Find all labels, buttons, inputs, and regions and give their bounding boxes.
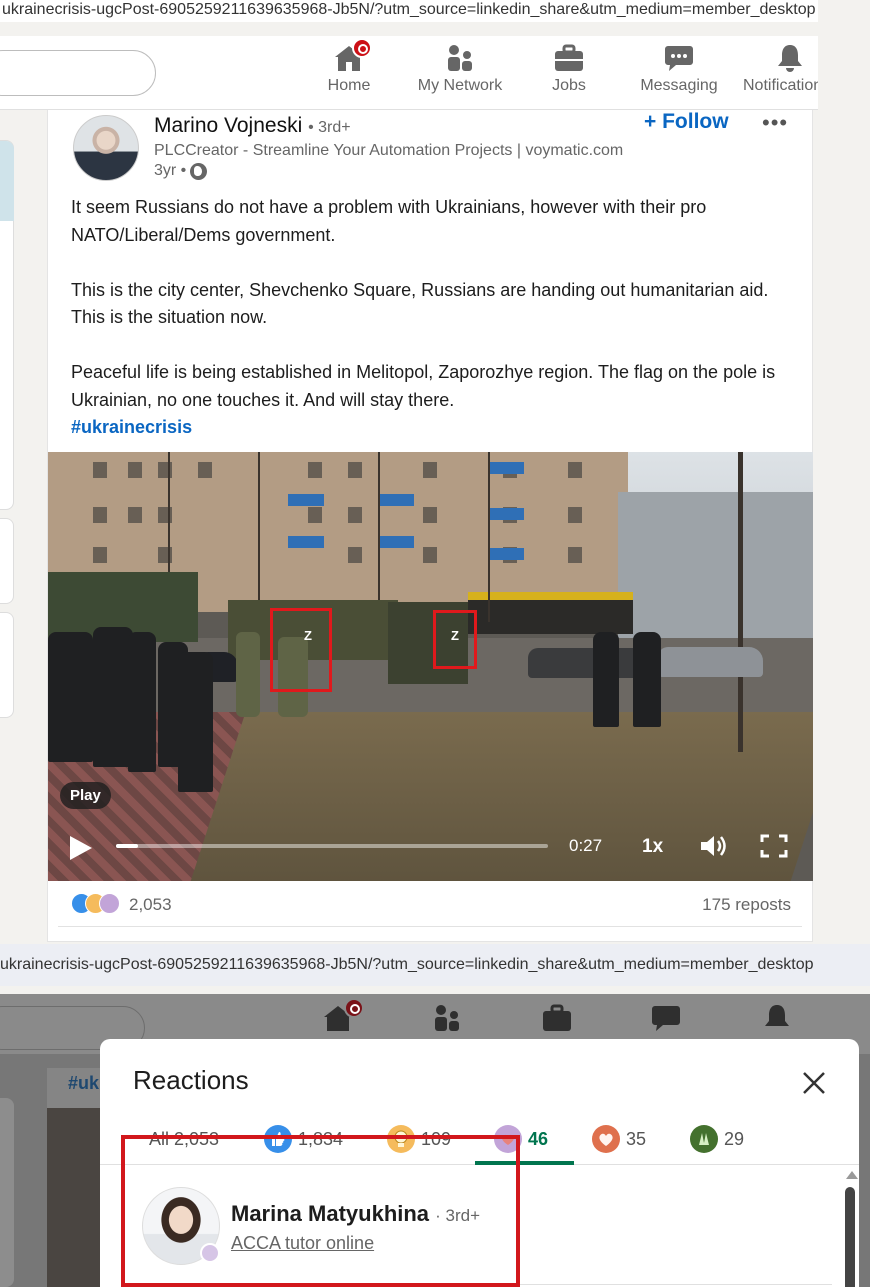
tab-love[interactable]: 35	[592, 1121, 646, 1157]
left-sidebar-card	[0, 612, 14, 718]
vehicle-marking: Z	[451, 628, 459, 643]
video-progress-bar[interactable]	[116, 844, 548, 848]
briefcase-icon[interactable]	[542, 1004, 574, 1032]
address-bar[interactable]: ukrainecrisis-ugcPost-690525921163963596…	[0, 944, 870, 986]
video-time: 0:27	[569, 836, 603, 855]
reaction-count[interactable]: 2,053	[129, 895, 172, 915]
scroll-up-icon[interactable]	[846, 1171, 858, 1179]
home-icon[interactable]	[322, 998, 364, 1032]
home-icon	[334, 38, 372, 72]
search-input[interactable]	[0, 50, 156, 96]
hashtag-link: #uk	[68, 1073, 100, 1093]
notification-badge	[344, 998, 364, 1018]
nav-my-network-label: My Network	[417, 77, 503, 94]
scroll-thumb[interactable]	[845, 1187, 855, 1287]
follow-button[interactable]: + Follow	[644, 110, 729, 134]
play-tooltip: Play	[60, 782, 111, 809]
love-icon	[592, 1125, 620, 1153]
nav-my-network[interactable]: My Network	[410, 44, 510, 96]
url-text: ukrainecrisis-ugcPost-690525921163963596…	[0, 956, 814, 973]
modal-title: Reactions	[133, 1065, 249, 1095]
more-options-button[interactable]: •••	[762, 110, 788, 136]
post-paragraph: This is the city center, Shevchenko Squa…	[71, 279, 769, 328]
briefcase-icon	[554, 44, 584, 72]
author-name-line[interactable]: Marino Vojneski • 3rd+	[154, 114, 351, 138]
address-bar[interactable]: ukrainecrisis-ugcPost-690525921163963596…	[0, 0, 818, 22]
post-paragraph: It seem Russians do not have a problem w…	[71, 197, 707, 245]
top-nav: Home My Network Jobs Messaging Notificat…	[0, 36, 818, 110]
close-icon[interactable]	[800, 1069, 828, 1097]
connection-degree: • 3rd+	[308, 119, 351, 136]
reaction-icons[interactable]	[71, 893, 125, 915]
globe-icon	[190, 162, 208, 180]
bell-icon[interactable]	[762, 1004, 794, 1032]
url-text: ukrainecrisis-ugcPost-690525921163963596…	[2, 1, 816, 18]
nav-notifications[interactable]: Notifications	[739, 44, 818, 96]
network-icon	[445, 44, 475, 72]
fullscreen-icon[interactable]	[760, 834, 788, 858]
highlight-box	[270, 608, 332, 692]
author-headline: PLCCreator - Streamline Your Automation …	[154, 142, 624, 159]
post-body: It seem Russians do not have a problem w…	[71, 194, 791, 442]
left-sidebar-card	[0, 1098, 14, 1287]
video-player[interactable]: Z Z Play 0:27 1x	[48, 452, 813, 881]
nav-messaging-label: Messaging	[640, 77, 718, 94]
post-age: 3yr •	[154, 162, 187, 179]
feed-post: Marino Vojneski • 3rd+ PLCCreator - Stre…	[47, 110, 813, 942]
highlight-box	[121, 1135, 520, 1287]
tab-count: 29	[724, 1128, 745, 1149]
video-progress-fill	[116, 844, 138, 848]
tab-celebrate[interactable]: 29	[690, 1121, 744, 1157]
nav-messaging[interactable]: Messaging	[629, 44, 729, 96]
post-paragraph: Peaceful life is being established in Me…	[71, 362, 776, 410]
divider	[58, 926, 802, 927]
chat-icon[interactable]	[651, 1004, 683, 1032]
modal-scrollbar[interactable]	[842, 1165, 858, 1287]
play-icon[interactable]	[70, 836, 92, 860]
left-sidebar-card	[0, 140, 14, 510]
playback-speed-button[interactable]: 1x	[642, 836, 663, 858]
hashtag-link[interactable]: #ukrainecrisis	[71, 414, 791, 442]
nav-home-label: Home	[327, 77, 371, 94]
nav-jobs[interactable]: Jobs	[519, 44, 619, 96]
author-avatar[interactable]	[73, 115, 139, 181]
nav-jobs-label: Jobs	[552, 77, 586, 94]
support-icon	[99, 893, 120, 914]
nav-home[interactable]: Home	[299, 38, 399, 96]
tab-count: 35	[626, 1128, 647, 1149]
celebrate-icon	[690, 1125, 718, 1153]
left-sidebar-card	[0, 518, 14, 604]
bell-icon	[775, 44, 805, 72]
post-time: 3yr •	[154, 162, 208, 180]
nav-notifications-label: Notifications	[743, 77, 818, 94]
reposts-count[interactable]: 175 reposts	[702, 895, 791, 915]
social-counts: 2,053 175 reposts	[71, 890, 791, 920]
video-controls: 0:27 1x	[48, 824, 813, 881]
volume-icon[interactable]	[699, 834, 729, 858]
video-frame	[47, 1108, 107, 1287]
tab-count: 46	[528, 1128, 549, 1149]
chat-icon	[664, 44, 694, 72]
vehicle-marking: Z	[304, 628, 312, 643]
network-icon[interactable]	[432, 1004, 464, 1032]
notification-badge	[352, 38, 372, 58]
author-name[interactable]: Marino Vojneski	[154, 114, 302, 137]
